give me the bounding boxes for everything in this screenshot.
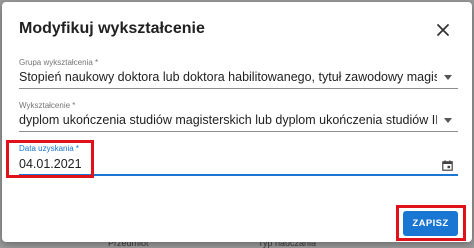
education-value: dyplom ukończenia studiów magisterskich … (19, 113, 437, 127)
chevron-down-icon[interactable] (444, 118, 452, 123)
education-group-label: Grupa wykształcenia * (19, 58, 99, 67)
highlight-frame-date (6, 140, 94, 178)
dialog-title: Modyfikuj wykształcenie (19, 20, 205, 37)
close-icon[interactable] (434, 21, 452, 39)
education-group-value: Stopień naukowy doktora lub doktora habi… (19, 70, 437, 84)
education-underline (19, 131, 458, 132)
highlight-frame-save (396, 205, 466, 241)
calendar-icon[interactable] (442, 160, 453, 171)
education-group-select[interactable]: Grupa wykształcenia * Stopień naukowy do… (19, 58, 458, 89)
education-label: Wykształcenie * (19, 101, 76, 110)
education-group-underline (19, 88, 458, 89)
chevron-down-icon[interactable] (444, 75, 452, 80)
education-select[interactable]: Wykształcenie * dyplom ukończenia studió… (19, 101, 458, 132)
